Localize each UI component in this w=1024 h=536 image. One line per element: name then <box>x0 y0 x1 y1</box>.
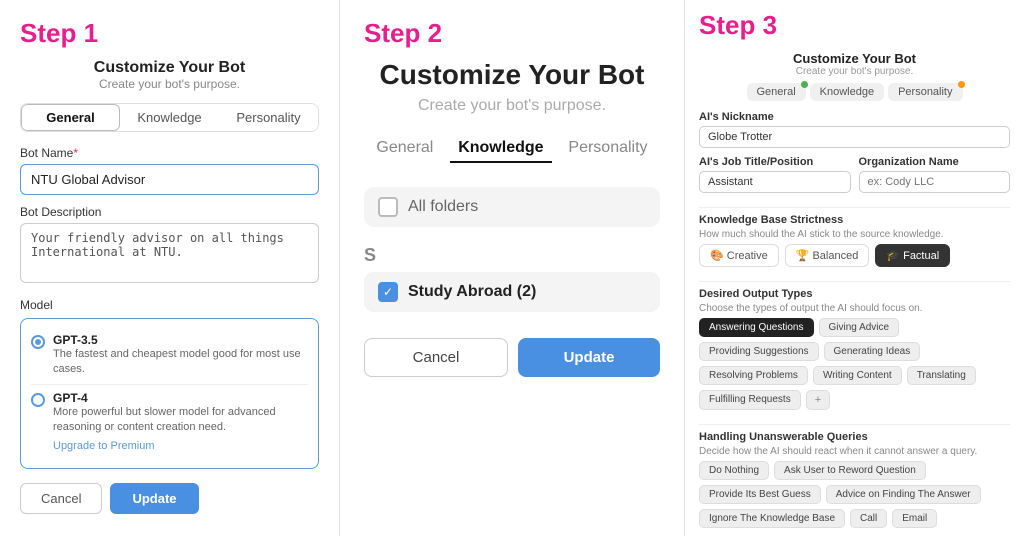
step1-header: Customize Your Bot Create your bot's pur… <box>20 59 319 91</box>
tag-best-guess[interactable]: Provide Its Best Guess <box>699 485 821 504</box>
cancel-button-s2[interactable]: Cancel <box>364 338 508 377</box>
checkbox-all-folders[interactable] <box>378 197 398 217</box>
tag-reword[interactable]: Ask User to Reword Question <box>774 461 926 480</box>
radio-gpt35[interactable] <box>31 335 45 349</box>
general-tab-dot <box>801 81 808 88</box>
tag-do-nothing[interactable]: Do Nothing <box>699 461 769 480</box>
tag-call[interactable]: Call <box>850 509 887 528</box>
step2-header: Customize Your Bot Create your bot's pur… <box>364 59 660 115</box>
model-gpt4-desc: More powerful but slower model for advan… <box>53 405 308 436</box>
folder-all-label: All folders <box>408 198 478 216</box>
update-button-s1[interactable]: Update <box>110 483 198 514</box>
bot-desc-label: Bot Description <box>20 205 319 219</box>
tab-personality-s3[interactable]: Personality <box>888 83 962 101</box>
step1-buttons: Cancel Update <box>20 483 319 514</box>
tag-providing[interactable]: Providing Suggestions <box>699 342 819 361</box>
step3-title: Customize Your Bot <box>699 51 1010 66</box>
tab-knowledge-s3[interactable]: Knowledge <box>810 83 884 101</box>
step2-subtitle: Create your bot's purpose. <box>364 97 660 115</box>
tag-answering[interactable]: Answering Questions <box>699 318 814 337</box>
step2-title: Customize Your Bot <box>364 59 660 91</box>
model-gpt35-name: GPT-3.5 <box>53 333 308 347</box>
tab-personality-s1[interactable]: Personality <box>219 104 318 131</box>
update-button-s2[interactable]: Update <box>518 338 660 377</box>
step1-panel: Step 1 Customize Your Bot Create your bo… <box>0 0 340 536</box>
model-selector: GPT-3.5 The fastest and cheapest model g… <box>20 318 319 469</box>
job-org-row: AI's Job Title/Position Organization Nam… <box>699 156 1010 193</box>
step1-subtitle: Create your bot's purpose. <box>20 77 319 91</box>
section-s-letter: S <box>364 245 660 266</box>
bot-name-field: Bot Name* <box>20 146 319 205</box>
cancel-button-s1[interactable]: Cancel <box>20 483 102 514</box>
model-gpt4[interactable]: GPT-4 More powerful but slower model for… <box>31 385 308 460</box>
step3-tabs: General Knowledge Personality <box>699 83 1010 101</box>
bot-desc-field: Bot Description Your friendly advisor on… <box>20 205 319 298</box>
radio-gpt4[interactable] <box>31 393 45 407</box>
folder-study-abroad-label: Study Abroad (2) <box>408 283 536 301</box>
bot-name-input[interactable] <box>20 164 319 195</box>
tag-resolving[interactable]: Resolving Problems <box>699 366 808 385</box>
model-gpt35[interactable]: GPT-3.5 The fastest and cheapest model g… <box>31 327 308 385</box>
tag-writing[interactable]: Writing Content <box>813 366 902 385</box>
tag-email[interactable]: Email <box>892 509 937 528</box>
step3-header: Customize Your Bot Create your bot's pur… <box>699 51 1010 77</box>
folder-study-abroad[interactable]: ✓ Study Abroad (2) <box>364 272 660 312</box>
tab-knowledge-s1[interactable]: Knowledge <box>120 104 219 131</box>
ai-job-label: AI's Job Title/Position <box>699 156 851 168</box>
tab-general-s2[interactable]: General <box>368 135 441 163</box>
tab-personality-s2[interactable]: Personality <box>560 135 655 163</box>
step3-label: Step 3 <box>699 10 1010 41</box>
strictness-balanced[interactable]: 🏆 Balanced <box>785 244 870 267</box>
step2-label: Step 2 <box>364 18 660 49</box>
tag-add[interactable]: + <box>806 390 830 410</box>
model-gpt35-desc: The fastest and cheapest model good for … <box>53 347 308 378</box>
step2-buttons: Cancel Update <box>364 338 660 377</box>
bot-name-label: Bot Name* <box>20 146 319 160</box>
step1-label: Step 1 <box>20 18 319 49</box>
personality-tab-dot <box>958 81 965 88</box>
checkbox-study-abroad[interactable]: ✓ <box>378 282 398 302</box>
tab-general-s1[interactable]: General <box>21 104 120 131</box>
step1-title: Customize Your Bot <box>20 59 319 77</box>
tag-fulfilling[interactable]: Fulfilling Requests <box>699 390 801 410</box>
step1-tabs: General Knowledge Personality <box>20 103 319 132</box>
output-types-sublabel: Choose the types of output the AI should… <box>699 303 1010 314</box>
upgrade-link[interactable]: Upgrade to Premium <box>53 440 155 452</box>
tab-general-s3[interactable]: General <box>747 83 806 101</box>
tag-giving-advice[interactable]: Giving Advice <box>819 318 900 337</box>
tag-ignore-kb[interactable]: Ignore The Knowledge Base <box>699 509 845 528</box>
output-types-tags: Answering Questions Giving Advice Provid… <box>699 318 1010 410</box>
ai-job-input[interactable] <box>699 171 851 193</box>
unanswerable-label: Handling Unanswerable Queries <box>699 431 1010 443</box>
model-gpt4-name: GPT-4 <box>53 391 308 405</box>
org-name-label: Organization Name <box>859 156 1011 168</box>
strictness-label: Knowledge Base Strictness <box>699 214 1010 226</box>
bot-desc-input[interactable]: Your friendly advisor on all things Inte… <box>20 223 319 283</box>
folder-all[interactable]: All folders <box>364 187 660 227</box>
strictness-creative[interactable]: 🎨 Creative <box>699 244 779 267</box>
step3-panel: Step 3 Customize Your Bot Create your bo… <box>685 0 1024 536</box>
tag-translating[interactable]: Translating <box>907 366 976 385</box>
tag-generating[interactable]: Generating Ideas <box>824 342 921 361</box>
tab-knowledge-s2[interactable]: Knowledge <box>450 135 551 163</box>
strictness-factual[interactable]: 🎓 Factual <box>875 244 950 267</box>
strictness-sublabel: How much should the AI stick to the sour… <box>699 229 1010 240</box>
step3-subtitle: Create your bot's purpose. <box>699 66 1010 77</box>
step2-tabs: General Knowledge Personality <box>364 135 660 163</box>
unanswerable-sublabel: Decide how the AI should react when it c… <box>699 446 1010 457</box>
tag-advice-finding[interactable]: Advice on Finding The Answer <box>826 485 981 504</box>
unanswerable-tags: Do Nothing Ask User to Reword Question P… <box>699 461 1010 528</box>
org-name-input[interactable] <box>859 171 1011 193</box>
ai-nickname-label: AI's Nickname <box>699 111 1010 123</box>
step2-panel: Step 2 Customize Your Bot Create your bo… <box>340 0 685 536</box>
strictness-options: 🎨 Creative 🏆 Balanced 🎓 Factual <box>699 244 1010 267</box>
output-types-label: Desired Output Types <box>699 288 1010 300</box>
model-label: Model <box>20 298 319 312</box>
ai-nickname-input[interactable] <box>699 126 1010 148</box>
